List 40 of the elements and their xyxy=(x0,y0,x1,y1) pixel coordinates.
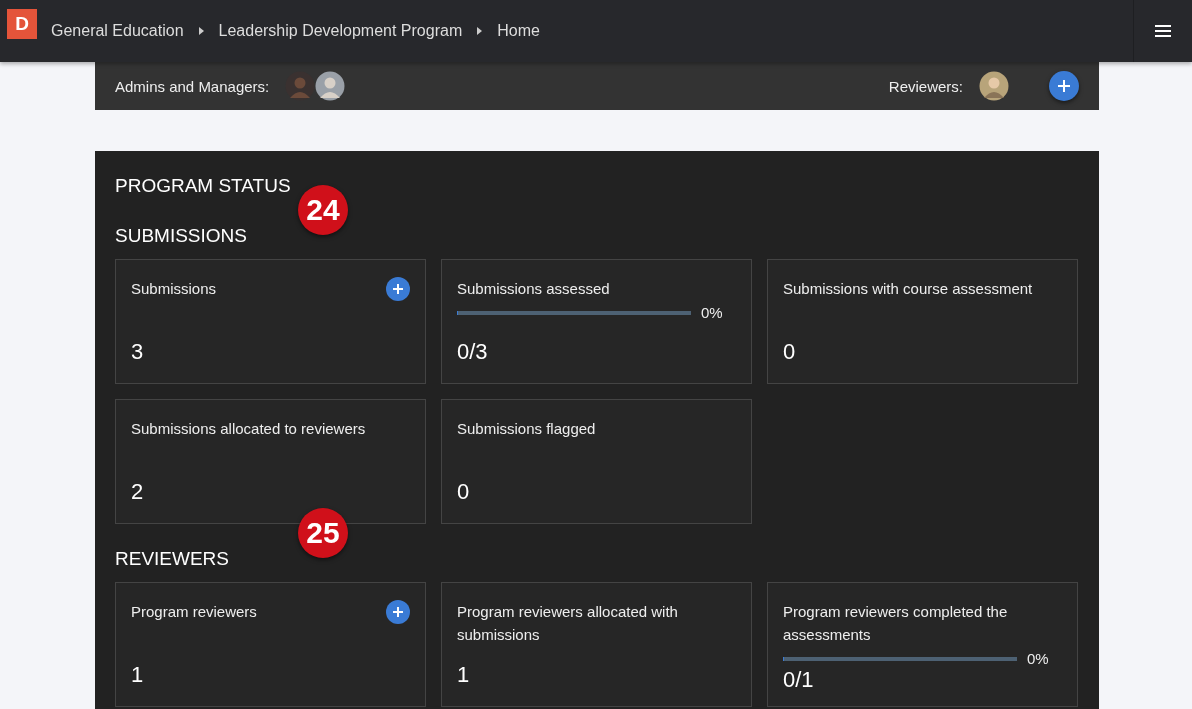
app-logo[interactable]: D xyxy=(7,9,37,39)
caret-icon xyxy=(198,27,204,35)
panel-title: PROGRAM STATUS xyxy=(115,175,292,197)
card-title: Program reviewers xyxy=(131,602,257,622)
card-value: 0/3 xyxy=(457,339,489,365)
add-reviewer-button[interactable] xyxy=(1049,71,1079,101)
number-marker: 25 xyxy=(298,508,348,558)
add-button[interactable] xyxy=(386,600,410,624)
card-value: 0/1 xyxy=(783,667,815,693)
card-title: Submissions flagged xyxy=(457,419,596,439)
avatar-icon[interactable] xyxy=(315,71,346,101)
progress-reading: 0% xyxy=(1027,650,1049,667)
caret-icon xyxy=(477,27,483,35)
add-button[interactable] xyxy=(386,277,410,301)
card-value: 1 xyxy=(131,662,145,688)
section-heading: REVIEWERS xyxy=(115,548,230,570)
card-value: 3 xyxy=(131,339,145,365)
plus-icon xyxy=(1058,80,1070,92)
reviewers-label: Reviewers: xyxy=(888,77,963,95)
breadcrumb-link[interactable]: General Education xyxy=(51,22,184,40)
card-title: Program reviewers completed the assessments xyxy=(783,602,1009,645)
menu-icon[interactable] xyxy=(1155,25,1171,37)
card-value: 2 xyxy=(131,479,145,505)
card-value: 0 xyxy=(457,479,471,505)
number-marker: 24 xyxy=(298,185,348,235)
card-title: Submissions allocated to reviewers xyxy=(131,419,366,439)
admins-label: Admins and Managers: xyxy=(115,77,270,95)
breadcrumb-link[interactable]: Home xyxy=(497,22,540,40)
card-title: Submissions with course assessment xyxy=(783,279,1033,299)
card-value: 0 xyxy=(783,339,797,365)
plus-icon xyxy=(393,607,403,617)
card-title: Submissions assessed xyxy=(457,279,610,299)
card-title: Program reviewers allocated with submissions xyxy=(457,602,679,645)
card-value: 1 xyxy=(457,662,471,688)
card-title: Submissions xyxy=(131,279,217,299)
section-heading: SUBMISSIONS xyxy=(115,225,247,247)
plus-icon xyxy=(393,284,403,294)
breadcrumb-link[interactable]: Leadership Development Program xyxy=(218,22,463,40)
progress-reading: 0% xyxy=(701,304,723,321)
avatar-icon[interactable] xyxy=(979,71,1009,101)
